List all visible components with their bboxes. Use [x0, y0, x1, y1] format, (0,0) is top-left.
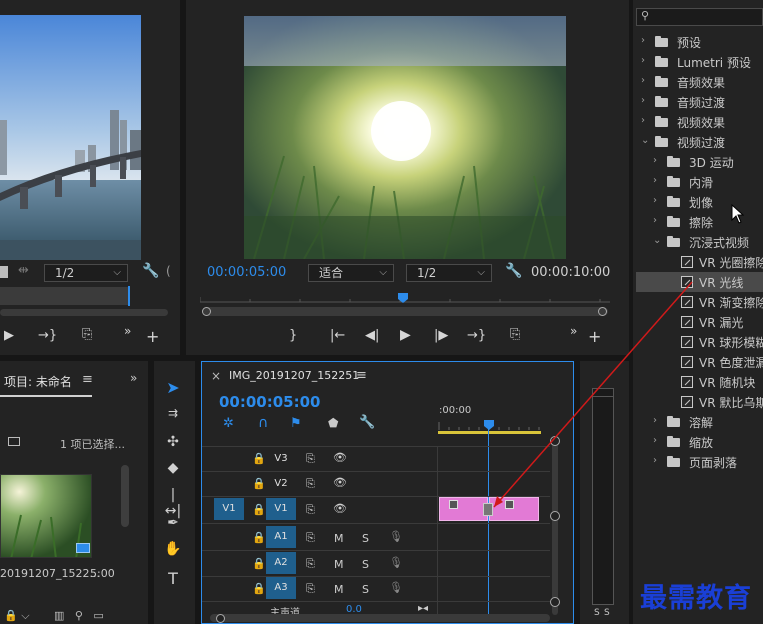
drag-arrow-line — [493, 281, 693, 508]
mouse-cursor-icon — [731, 204, 745, 224]
drag-arrow-annotation — [493, 281, 693, 508]
watermark-text: 最需教育 — [640, 583, 752, 614]
